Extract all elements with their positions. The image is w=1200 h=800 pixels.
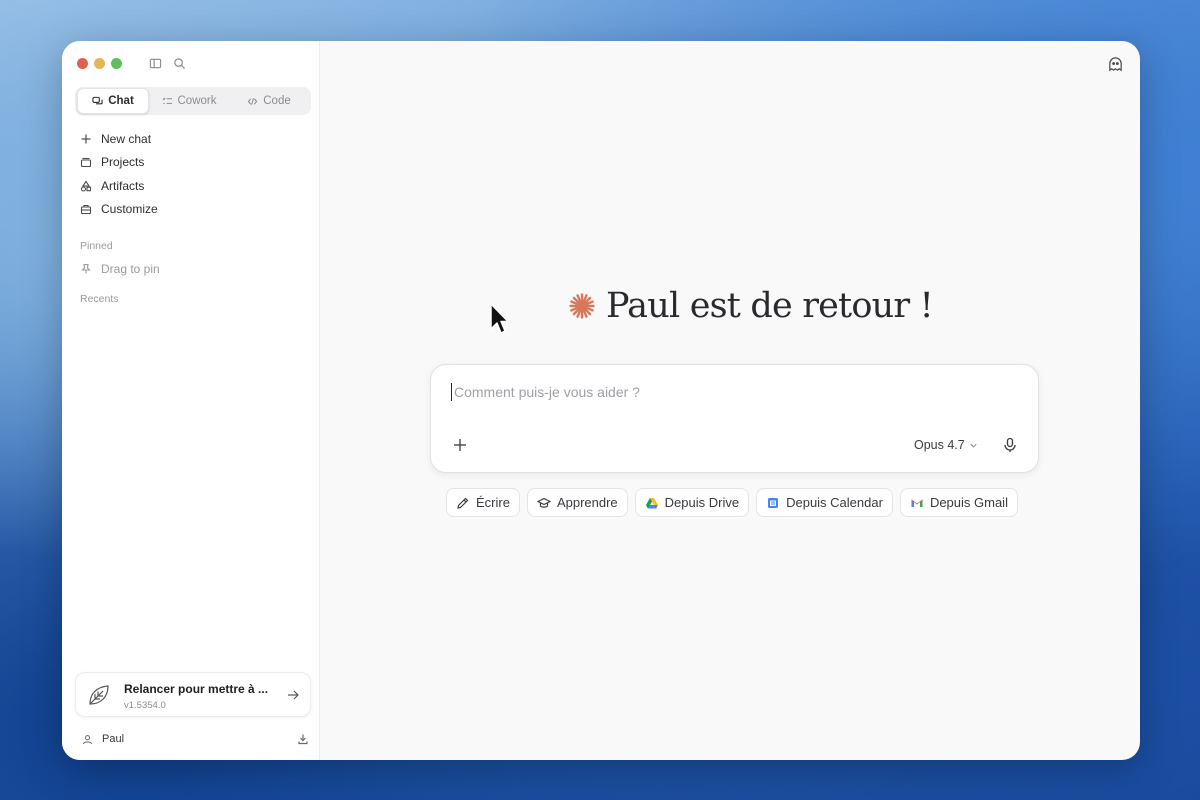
google-drive-icon: [645, 497, 658, 508]
tab-code-label: Code: [263, 95, 291, 107]
sidebar: Chat Cowork Code New chat Projects Artif…: [62, 41, 320, 760]
google-calendar-icon: [768, 497, 779, 508]
tab-chat-label: Chat: [108, 95, 134, 107]
mode-tabs: Chat Cowork Code: [75, 87, 311, 115]
greeting-text: Paul est de retour !: [606, 286, 934, 326]
chip-depuis-drive[interactable]: Depuis Drive: [634, 488, 750, 517]
ghost-incognito-icon[interactable]: [1107, 56, 1124, 73]
sidebar-item-projects[interactable]: Projects: [80, 151, 305, 175]
sparkle-logo-icon: [569, 293, 595, 319]
greeting-heading: Paul est de retour !: [568, 286, 934, 326]
leaf-icon: [89, 685, 109, 705]
checklist-icon: [162, 97, 172, 104]
search-icon[interactable]: [172, 56, 186, 70]
chip-label: Apprendre: [556, 495, 618, 510]
sidebar-nav: New chat Projects Artifacts Customize: [80, 127, 305, 221]
plus-icon: [81, 134, 91, 144]
recents-section-label: Recents: [80, 293, 119, 305]
window-controls: [77, 58, 122, 69]
chip-label: Depuis Gmail: [929, 495, 1008, 510]
briefcase-icon: [80, 205, 92, 215]
model-name: Opus 4.7: [914, 438, 965, 452]
sidebar-item-label: Projects: [101, 155, 145, 170]
close-window-button[interactable]: [77, 58, 88, 69]
sidebar-toggle-icon[interactable]: [148, 56, 162, 70]
chip-label: Depuis Drive: [664, 495, 740, 510]
chevron-down-icon: [970, 443, 977, 448]
model-selector[interactable]: Opus 4.7: [914, 438, 978, 452]
sidebar-toolbar: [148, 56, 186, 70]
attach-plus-icon[interactable]: [453, 438, 467, 452]
prompt-input[interactable]: [451, 383, 1016, 401]
gmail-icon: [911, 499, 923, 507]
chip-apprendre[interactable]: Apprendre: [526, 488, 628, 517]
download-icon[interactable]: [297, 733, 309, 745]
tab-cowork-label: Cowork: [177, 95, 217, 107]
chip-depuis-gmail[interactable]: Depuis Gmail: [899, 488, 1018, 517]
sidebar-item-artifacts[interactable]: Artifacts: [80, 174, 305, 198]
update-relaunch-card[interactable]: Relancer pour mettre à ... v1.5354.0: [75, 672, 311, 717]
chip-label: Écrire: [476, 495, 510, 510]
drag-to-pin-label: Drag to pin: [101, 262, 160, 276]
code-brackets-icon: [247, 97, 258, 105]
graduation-cap-icon: [536, 497, 551, 508]
microphone-icon[interactable]: [1002, 437, 1018, 453]
app-window: Chat Cowork Code New chat Projects Artif…: [62, 41, 1140, 760]
suggestion-chips: Écrire Apprendre Depuis Drive Depuis Cal…: [446, 488, 1018, 517]
chip-depuis-calendar[interactable]: Depuis Calendar: [756, 488, 893, 517]
maximize-window-button[interactable]: [111, 58, 122, 69]
tab-chat[interactable]: Chat: [77, 88, 149, 114]
pin-icon: [81, 263, 91, 274]
user-profile-row[interactable]: Paul: [82, 731, 309, 747]
drag-to-pin-hint: Drag to pin: [80, 262, 160, 276]
chip-label: Depuis Calendar: [786, 495, 883, 510]
pencil-icon: [457, 497, 469, 509]
user-icon: [82, 734, 93, 744]
sidebar-item-customize[interactable]: Customize: [80, 198, 305, 222]
chip-ecrire[interactable]: Écrire: [446, 488, 520, 517]
user-name: Paul: [102, 733, 125, 745]
mouse-pointer-icon: [490, 303, 509, 334]
update-title: Relancer pour mettre à ...: [124, 682, 269, 696]
sidebar-item-label: Artifacts: [101, 178, 145, 193]
pinned-section-label: Pinned: [80, 240, 113, 252]
sidebar-item-label: New chat: [101, 131, 152, 146]
arrow-right-icon: [288, 690, 299, 700]
tab-cowork[interactable]: Cowork: [149, 89, 229, 113]
chat-bubbles-icon: [92, 96, 103, 104]
shapes-icon: [80, 180, 92, 192]
tab-code[interactable]: Code: [229, 89, 309, 113]
message-composer: Opus 4.7: [430, 364, 1039, 473]
update-version: v1.5354.0: [124, 700, 166, 711]
folder-stack-icon: [80, 158, 92, 168]
sidebar-item-new-chat[interactable]: New chat: [80, 127, 305, 151]
minimize-window-button[interactable]: [94, 58, 105, 69]
sidebar-item-label: Customize: [101, 202, 158, 217]
